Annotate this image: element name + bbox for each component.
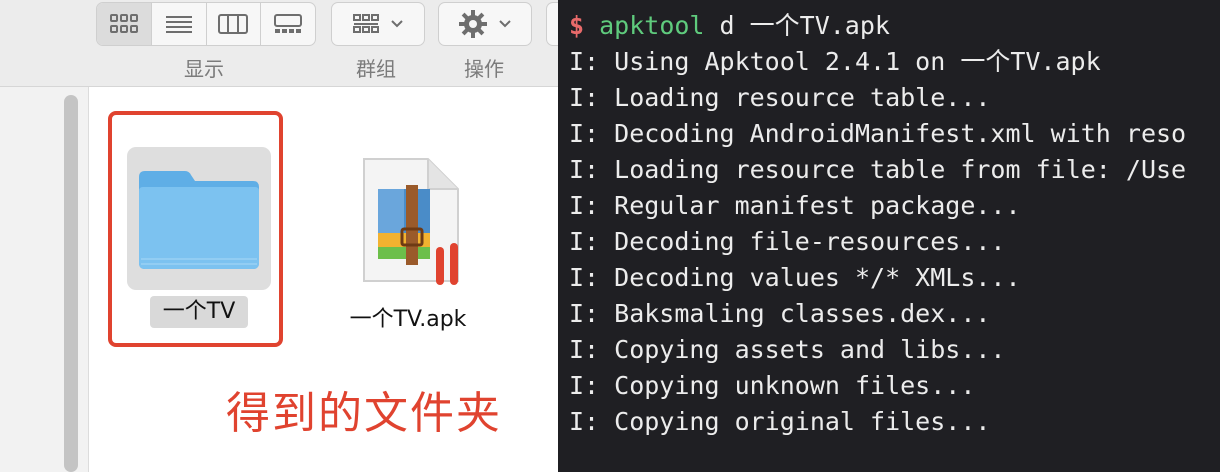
chevron-down-icon (391, 20, 403, 28)
command-name: apktool (599, 11, 705, 40)
columns-icon (218, 14, 249, 34)
folder-icon (139, 171, 259, 269)
output-line: I: Decoding file-resources... (569, 227, 1006, 256)
folder-name-label[interactable]: 一个TV (150, 296, 248, 328)
annotation-text: 得到的文件夹 (226, 388, 502, 439)
output-line: I: Copying unknown files... (569, 371, 976, 400)
gallery-icon (274, 14, 303, 33)
archive-file-icon (363, 158, 459, 285)
list-view-button[interactable] (152, 3, 207, 45)
gallery-view-button[interactable] (261, 3, 315, 45)
command-line: $ apktool d 一个TV.apk (569, 8, 890, 44)
action-dropdown-button[interactable] (438, 2, 532, 46)
folder-item[interactable] (127, 147, 271, 290)
scrollbar-thumb[interactable] (64, 95, 78, 472)
apk-file-item[interactable] (358, 155, 470, 287)
view-label: 显示 (184, 57, 224, 81)
sidebar (0, 87, 89, 472)
action-label: 操作 (464, 57, 504, 81)
finder-content-area: 一个TV 一个TV.apk 得到的文件夹 (0, 87, 560, 472)
output-line: I: Copying assets and libs... (569, 335, 1006, 364)
terminal-window[interactable]: $ apktool d 一个TV.apk I: Using Apktool 2.… (558, 0, 1220, 472)
output-line: I: Loading resource table from file: /Us… (569, 155, 1187, 184)
command-args: d 一个TV.apk (704, 11, 890, 40)
column-view-button[interactable] (207, 3, 262, 45)
group-label: 群组 (356, 57, 396, 81)
grid-icon (109, 14, 138, 33)
view-mode-segmented-control (96, 2, 316, 46)
output-line: I: Regular manifest package... (569, 191, 1021, 220)
icon-view-button[interactable] (97, 3, 152, 45)
apk-file-name-label[interactable]: 一个TV.apk (338, 301, 478, 333)
gear-icon (459, 10, 487, 38)
finder-toolbar: 显示 群组 操作 (0, 0, 567, 87)
output-line: I: Copying original files... (569, 407, 991, 436)
output-line: I: Decoding values */* XMLs... (569, 263, 1021, 292)
output-line: I: Using Apktool 2.4.1 on 一个TV.apk (569, 47, 1101, 76)
list-icon (165, 16, 192, 33)
group-dropdown-button[interactable] (331, 2, 425, 46)
output-line: I: Baksmaling classes.dex... (569, 299, 991, 328)
output-line: I: Decoding AndroidManifest.xml with res… (569, 119, 1187, 148)
chevron-down-icon (499, 20, 511, 28)
group-grid-icon (353, 14, 379, 33)
prompt-symbol: $ (569, 11, 585, 40)
output-line: I: Loading resource table... (569, 83, 991, 112)
